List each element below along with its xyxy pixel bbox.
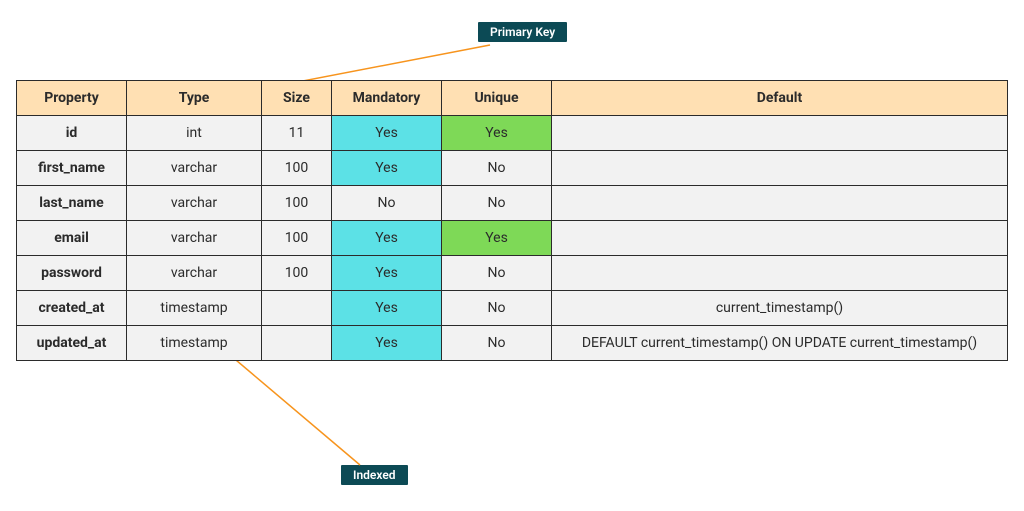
cell-default <box>552 186 1008 221</box>
cell-size: 100 <box>262 186 332 221</box>
cell-mandatory: Yes <box>332 291 442 326</box>
cell-mandatory: Yes <box>332 256 442 291</box>
diagram-canvas: { "headers": { "property": "Property", "… <box>0 0 1024 511</box>
cell-unique: Yes <box>442 221 552 256</box>
table-row: password varchar 100 Yes No <box>17 256 1008 291</box>
schema-table: Property Type Size Mandatory Unique Defa… <box>16 80 1008 361</box>
cell-default: DEFAULT current_timestamp() ON UPDATE cu… <box>552 326 1008 361</box>
table-row: updated_at timestamp Yes No DEFAULT curr… <box>17 326 1008 361</box>
cell-unique: No <box>442 326 552 361</box>
cell-type: int <box>127 116 262 151</box>
table-row: created_at timestamp Yes No current_time… <box>17 291 1008 326</box>
cell-property: first_name <box>17 151 127 186</box>
cell-type: timestamp <box>127 291 262 326</box>
header-property: Property <box>17 81 127 116</box>
annotation-indexed: Indexed <box>341 465 408 485</box>
cell-default <box>552 116 1008 151</box>
cell-unique: No <box>442 291 552 326</box>
cell-unique: No <box>442 186 552 221</box>
cell-property: created_at <box>17 291 127 326</box>
cell-size: 100 <box>262 221 332 256</box>
table-body: id int 11 Yes Yes first_name varchar 100… <box>17 116 1008 361</box>
cell-type: varchar <box>127 151 262 186</box>
cell-default: current_timestamp() <box>552 291 1008 326</box>
cell-default <box>552 221 1008 256</box>
cell-type: varchar <box>127 221 262 256</box>
cell-size <box>262 291 332 326</box>
cell-property: email <box>17 221 127 256</box>
header-size: Size <box>262 81 332 116</box>
cell-property: password <box>17 256 127 291</box>
header-type: Type <box>127 81 262 116</box>
cell-type: varchar <box>127 256 262 291</box>
cell-mandatory: Yes <box>332 221 442 256</box>
cell-size: 11 <box>262 116 332 151</box>
cell-property: id <box>17 116 127 151</box>
table-row: first_name varchar 100 Yes No <box>17 151 1008 186</box>
cell-default <box>552 151 1008 186</box>
cell-unique: No <box>442 256 552 291</box>
cell-size: 100 <box>262 151 332 186</box>
cell-mandatory: Yes <box>332 326 442 361</box>
header-unique: Unique <box>442 81 552 116</box>
cell-property: updated_at <box>17 326 127 361</box>
cell-size: 100 <box>262 256 332 291</box>
cell-type: timestamp <box>127 326 262 361</box>
cell-type: varchar <box>127 186 262 221</box>
cell-size <box>262 326 332 361</box>
annotation-primary-key: Primary Key <box>478 22 567 42</box>
cell-mandatory: Yes <box>332 116 442 151</box>
cell-mandatory: Yes <box>332 151 442 186</box>
cell-default <box>552 256 1008 291</box>
cell-mandatory: No <box>332 186 442 221</box>
cell-unique: Yes <box>442 116 552 151</box>
table-row: id int 11 Yes Yes <box>17 116 1008 151</box>
table-row: last_name varchar 100 No No <box>17 186 1008 221</box>
header-default: Default <box>552 81 1008 116</box>
cell-unique: No <box>442 151 552 186</box>
cell-property: last_name <box>17 186 127 221</box>
table-row: email varchar 100 Yes Yes <box>17 221 1008 256</box>
table-header-row: Property Type Size Mandatory Unique Defa… <box>17 81 1008 116</box>
header-mandatory: Mandatory <box>332 81 442 116</box>
